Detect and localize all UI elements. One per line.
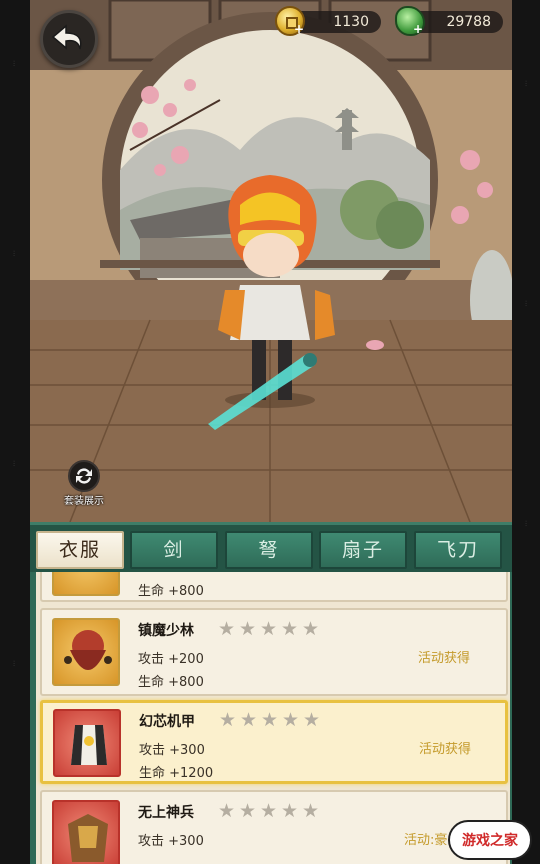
outfit-name: 幻芯机甲 — [139, 714, 195, 730]
attack-stat: 攻击 +200 — [138, 652, 204, 667]
list-item-selected[interactable]: 幻芯机甲 ★ ★ ★ ★ ★ 攻击 +300 生命 +1200 活动获得 — [40, 700, 508, 784]
suit-display-label: 套装展示 — [64, 496, 104, 507]
category-tabs: 衣服 剑 弩 扇子 飞刀 — [30, 522, 512, 572]
source-label: 活动:豪 — [404, 833, 448, 848]
tab-flying-knife[interactable]: 飞刀 — [414, 531, 502, 569]
back-arrow-icon — [51, 24, 82, 50]
star-icon: ★ — [260, 800, 278, 822]
star-icon: ★ — [282, 709, 300, 731]
tab-clothing[interactable]: 衣服 — [36, 531, 124, 569]
jade-amount: 29788 — [446, 14, 491, 30]
health-stat: 生命 +1200 — [139, 766, 214, 781]
source-label: 活动获得 — [418, 651, 471, 666]
swap-icon — [68, 460, 100, 492]
watermark-glyph: ⋯ — [10, 660, 18, 668]
star-icon: ★ — [281, 618, 299, 640]
watermark-glyph: ⋯ — [522, 300, 530, 308]
outfit-thumbnail — [53, 709, 121, 777]
coin-amount: 1130 — [333, 14, 369, 30]
equipment-panel: 衣服 剑 弩 扇子 飞刀 生命 +800 镇魔少林 ★ ★ ★ ★ ★ 攻击 +… — [30, 522, 512, 864]
suit-display-button[interactable]: 套装展示 — [60, 460, 108, 508]
watermark-glyph: ⋯ — [10, 460, 18, 468]
character-preview-scene — [30, 0, 512, 522]
left-margin: ⋯ ⋯ ⋯ ⋯ — [0, 0, 30, 864]
watermark-glyph: ⋯ — [10, 60, 18, 68]
add-jade-icon[interactable]: + — [413, 22, 423, 36]
star-rating: ★ ★ ★ ★ ★ — [218, 618, 321, 640]
star-icon: ★ — [240, 709, 258, 731]
watermark-glyph: ⋯ — [522, 520, 530, 528]
star-icon: ★ — [260, 618, 278, 640]
star-icon: ★ — [302, 618, 320, 640]
outfit-thumbnail — [52, 618, 120, 686]
right-margin: ⋯ ⋯ ⋯ — [512, 0, 540, 864]
attack-stat: 攻击 +300 — [138, 834, 204, 849]
health-stat: 生命 +800 — [138, 675, 204, 690]
tab-sword[interactable]: 剑 — [130, 531, 218, 569]
attack-stat: 攻击 +300 — [139, 743, 205, 758]
star-icon: ★ — [218, 800, 236, 822]
source-label: 活动获得 — [419, 742, 472, 757]
back-button[interactable] — [40, 10, 98, 68]
star-icon: ★ — [281, 800, 299, 822]
star-rating: ★ ★ ★ ★ ★ — [218, 800, 321, 822]
outfit-name: 无上神兵 — [138, 805, 194, 821]
tab-fan[interactable]: 扇子 — [319, 531, 407, 569]
star-icon: ★ — [303, 709, 321, 731]
star-rating: ★ ★ ★ ★ ★ — [219, 709, 322, 731]
health-stat: 生命 +800 — [138, 584, 204, 599]
star-icon: ★ — [239, 618, 257, 640]
outfit-list[interactable]: 生命 +800 镇魔少林 ★ ★ ★ ★ ★ 攻击 +200 生命 +800 活… — [36, 572, 510, 864]
tab-crossbow[interactable]: 弩 — [225, 531, 313, 569]
site-logo-text: 游戏之家 — [462, 833, 518, 849]
list-item[interactable]: 无上神兵 ★ ★ ★ ★ ★ 攻击 +300 活动:豪 — [40, 790, 508, 864]
star-icon: ★ — [219, 709, 237, 731]
star-icon: ★ — [218, 618, 236, 640]
outfit-thumbnail — [52, 572, 120, 596]
watermark-glyph: ⋯ — [522, 80, 530, 88]
list-item[interactable]: 生命 +800 — [40, 572, 508, 602]
add-coins-icon[interactable]: + — [294, 22, 304, 36]
site-logo-badge: 游戏之家 — [448, 820, 532, 860]
watermark-glyph: ⋯ — [10, 250, 18, 258]
star-icon: ★ — [239, 800, 257, 822]
outfit-thumbnail — [52, 800, 120, 864]
star-icon: ★ — [302, 800, 320, 822]
star-icon: ★ — [261, 709, 279, 731]
list-item[interactable]: 镇魔少林 ★ ★ ★ ★ ★ 攻击 +200 生命 +800 活动获得 — [40, 608, 508, 696]
outfit-name: 镇魔少林 — [138, 623, 194, 639]
scene-illustration — [30, 0, 512, 522]
